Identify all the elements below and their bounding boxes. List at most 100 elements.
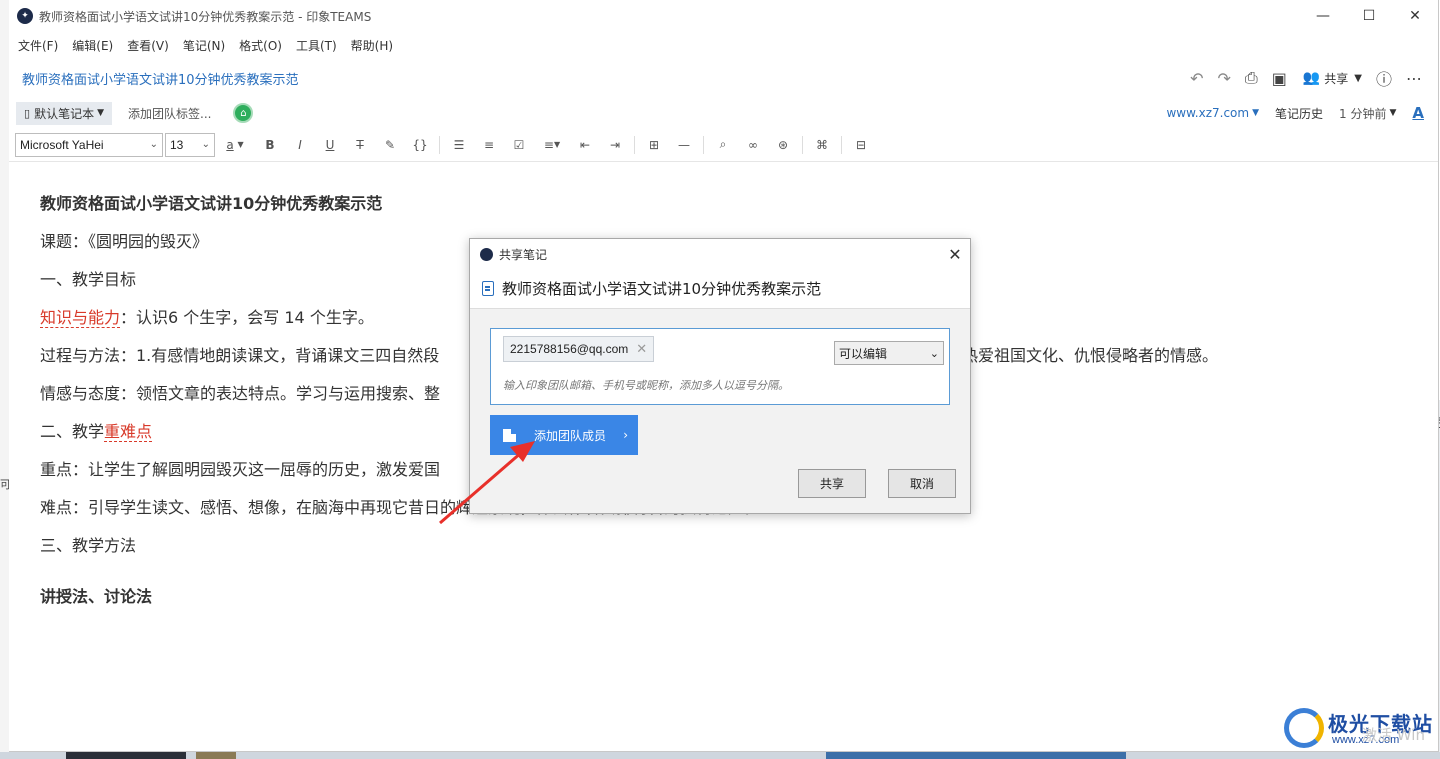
indent-icon[interactable]: ⇥ — [600, 133, 630, 157]
chevron-down-icon: ▼ — [97, 108, 104, 118]
meta-bar: ▯ 默认笔记本 ▼ 添加团队标签... ⌂ www.xz7.com ▼ 笔记历史… — [9, 98, 1438, 128]
menu-view[interactable]: 查看(V) — [127, 37, 169, 54]
chevron-down-icon: ⌄ — [201, 139, 210, 150]
note-header: 教师资格面试小学语文试讲10分钟优秀教案示范 ↶ ↷ ⎙ ▣ 👥 共享 ▼ ⓘ … — [9, 58, 1438, 98]
share-confirm-button[interactable]: 共享 — [798, 469, 866, 498]
divider — [634, 135, 635, 154]
present-icon[interactable]: ▣ — [1272, 69, 1287, 88]
outdent-icon[interactable]: ⇤ — [570, 133, 600, 157]
invite-hint: 输入印象团队邮箱、手机号或昵称，添加多人以逗号分隔。 — [503, 379, 789, 392]
doc-key-point: 重点：让学生了解圆明园毁灭这一屈辱的历史，激发爱国 — [40, 460, 441, 479]
share-label: 共享 — [1324, 71, 1349, 86]
reminder-icon[interactable]: ⌂ — [233, 103, 254, 123]
menu-file[interactable]: 文件(F) — [18, 37, 58, 54]
doc-goals-heading: 一、教学目标 — [40, 270, 137, 289]
app-logo-icon: ✦ — [17, 8, 33, 24]
table-icon[interactable]: ⊞ — [639, 133, 669, 157]
chevron-down-icon: ▼ — [1252, 108, 1259, 118]
background-window-edge: 可 — [0, 0, 11, 752]
saved-time[interactable]: 1 分钟前 — [1339, 105, 1386, 122]
horizontal-rule-icon[interactable]: — — [669, 133, 699, 157]
invitee-chip: 2215788156@qq.com ✕ — [503, 336, 655, 362]
info-icon[interactable]: ⓘ — [1376, 66, 1392, 90]
chevron-down-icon: ▼ — [1389, 108, 1397, 118]
notebook-selector[interactable]: ▯ 默认笔记本 ▼ — [16, 101, 112, 125]
knowledge-label: 知识与能力 — [40, 308, 121, 328]
format-toolbar: Microsoft YaHei ⌄ 13 ⌄ a ▼ B I U T ✎ {} ☰ … — [9, 128, 1438, 162]
numbered-list-icon[interactable]: ≡ — [474, 133, 504, 157]
share-button[interactable]: 👥 共享 ▼ — [1303, 70, 1362, 87]
minimize-button[interactable]: — — [1300, 0, 1346, 32]
document-icon — [482, 281, 494, 296]
site-link[interactable]: www.xz7.com — [1166, 106, 1249, 120]
dialog-note-title: 教师资格面试小学语文试讲10分钟优秀教案示范 — [502, 280, 822, 298]
divider — [802, 135, 803, 154]
notebook-icon: ▯ — [24, 106, 31, 120]
menu-tools[interactable]: 工具(T) — [296, 37, 337, 54]
people-icon: 👥 — [1302, 70, 1321, 86]
more-format-icon[interactable]: ⊟ — [846, 133, 876, 157]
doc-method-text: 讲授法、讨论法 — [40, 587, 153, 606]
link-icon[interactable]: ∞ — [738, 133, 768, 157]
menu-note[interactable]: 笔记(N) — [183, 37, 225, 54]
dialog-titlebar: 共享笔记 ✕ — [470, 239, 970, 269]
font-family-select[interactable]: Microsoft YaHei ⌄ — [15, 132, 163, 157]
align-icon[interactable]: ≡ ▼ — [534, 133, 570, 157]
redo-icon[interactable]: ↷ — [1217, 69, 1230, 88]
checkbox-icon[interactable]: ☑ — [504, 133, 534, 157]
doc-attitude: 情感与态度：领悟文章的表达特点。学习与运用搜索、整 — [40, 384, 441, 403]
doc-process-tail: 热爱祖国文化、仇恨侵略者的情感。 — [962, 346, 1219, 365]
divider — [841, 135, 842, 154]
note-title[interactable]: 教师资格面试小学语文试讲10分钟优秀教案示范 — [22, 69, 299, 88]
doc-key-heading: 二、教学重难点 — [40, 422, 153, 442]
maximize-button[interactable]: ☐ — [1346, 0, 1392, 32]
text-color-button[interactable]: a ▼ — [215, 133, 255, 157]
cancel-button[interactable]: 取消 — [888, 469, 956, 498]
chevron-down-icon: ⌄ — [929, 346, 939, 360]
italic-icon[interactable]: I — [285, 133, 315, 157]
chevron-down-icon: ▼ — [1354, 72, 1362, 84]
font-style-button[interactable]: A — [1412, 104, 1424, 122]
menu-help[interactable]: 帮助(H) — [351, 37, 393, 54]
divider — [439, 135, 440, 154]
emoji-icon[interactable]: ⊛ — [768, 133, 798, 157]
desktop-strip — [0, 752, 1440, 759]
close-button[interactable]: ✕ — [1392, 0, 1438, 32]
shortcut-icon[interactable]: ⌘ — [807, 133, 837, 157]
doc-lesson: 课题：《圆明园的毁灭》 — [40, 232, 209, 251]
font-size-select[interactable]: 13 ⌄ — [165, 132, 215, 157]
divider — [703, 135, 704, 154]
more-icon[interactable]: ⋯ — [1406, 69, 1422, 88]
share-note-dialog: 共享笔记 ✕ 教师资格面试小学语文试讲10分钟优秀教案示范 2215788156… — [469, 238, 971, 514]
building-icon — [502, 428, 516, 442]
watermark-logo-icon — [1284, 708, 1324, 748]
menu-edit[interactable]: 编辑(E) — [72, 37, 113, 54]
highlight-icon[interactable]: ✎ — [375, 133, 405, 157]
bullet-list-icon[interactable]: ☰ — [444, 133, 474, 157]
undo-icon[interactable]: ↶ — [1190, 69, 1203, 88]
chevron-down-icon: ⌄ — [149, 139, 158, 150]
bold-icon[interactable]: B — [255, 133, 285, 157]
remove-invitee-icon[interactable]: ✕ — [636, 341, 647, 357]
code-icon[interactable]: {} — [405, 133, 435, 157]
add-tag-button[interactable]: 添加团队标签... — [128, 105, 211, 122]
app-logo-icon — [480, 247, 493, 261]
dialog-title: 共享笔记 — [499, 247, 548, 262]
doc-method-heading: 三、教学方法 — [40, 536, 137, 555]
doc-knowledge: 知识与能力：认识6 个生字，会写 14 个生字。 — [40, 308, 374, 328]
doc-process: 过程与方法：1.有感情地朗读课文，背诵课文三四自然段 — [40, 346, 440, 365]
add-team-member-button[interactable]: 添加团队成员 › — [490, 415, 638, 455]
activate-windows-text: 激活 Win — [1362, 726, 1425, 744]
underline-icon[interactable]: U — [315, 133, 345, 157]
attachment-icon[interactable]: ⌕ — [708, 133, 738, 157]
close-icon[interactable]: ✕ — [940, 245, 970, 264]
print-icon[interactable]: ⎙ — [1245, 68, 1258, 88]
menu-format[interactable]: 格式(O) — [239, 37, 282, 54]
chevron-right-icon: › — [623, 428, 628, 442]
menu-bar: 文件(F) 编辑(E) 查看(V) 笔记(N) 格式(O) 工具(T) 帮助(H… — [9, 32, 1438, 58]
permission-select[interactable]: 可以编辑 ⌄ — [834, 341, 944, 365]
window-title: 教师资格面试小学语文试讲10分钟优秀教案示范 - 印象TEAMS — [39, 9, 372, 24]
invite-input[interactable]: 2215788156@qq.com ✕ 可以编辑 ⌄ 输入印象团队邮箱、手机号或… — [490, 328, 950, 405]
strikethrough-icon[interactable]: T — [345, 133, 375, 157]
note-history-button[interactable]: 笔记历史 — [1275, 105, 1323, 122]
